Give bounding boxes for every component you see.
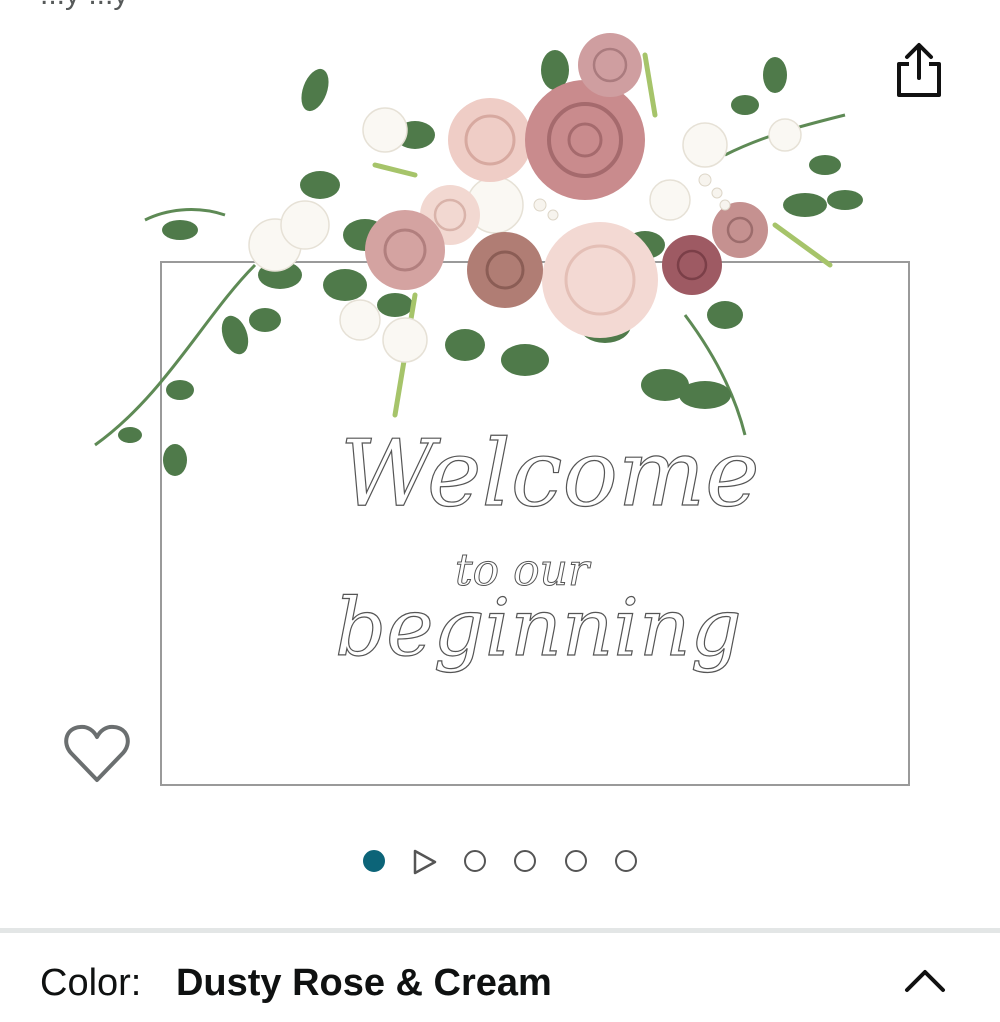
floral-arrangement: [94, 33, 863, 476]
carousel-dot-4[interactable]: [514, 850, 536, 872]
carousel-dot-6[interactable]: [615, 850, 637, 872]
play-triangle-icon[interactable]: [410, 847, 440, 877]
heart-outline-icon[interactable]: [62, 722, 132, 786]
carousel-dot-3[interactable]: [464, 850, 486, 872]
chevron-up-icon[interactable]: [900, 960, 950, 1000]
previous-section-text: ...y ...y: [40, 0, 128, 12]
carousel-dot-5[interactable]: [565, 850, 587, 872]
share-icon[interactable]: [890, 40, 948, 102]
section-divider: [0, 928, 1000, 933]
carousel-dot-1[interactable]: [363, 850, 385, 872]
color-variation-row[interactable]: Color: Dusty Rose & Cream: [40, 962, 552, 1022]
selected-color-value: Dusty Rose & Cream: [175, 962, 552, 1004]
product-image[interactable]: Welcome to our beginning: [85, 15, 910, 805]
sign-line-beginning: beginning: [335, 581, 742, 674]
image-carousel-indicators: [0, 842, 1000, 882]
color-label: Color:: [40, 962, 142, 1004]
